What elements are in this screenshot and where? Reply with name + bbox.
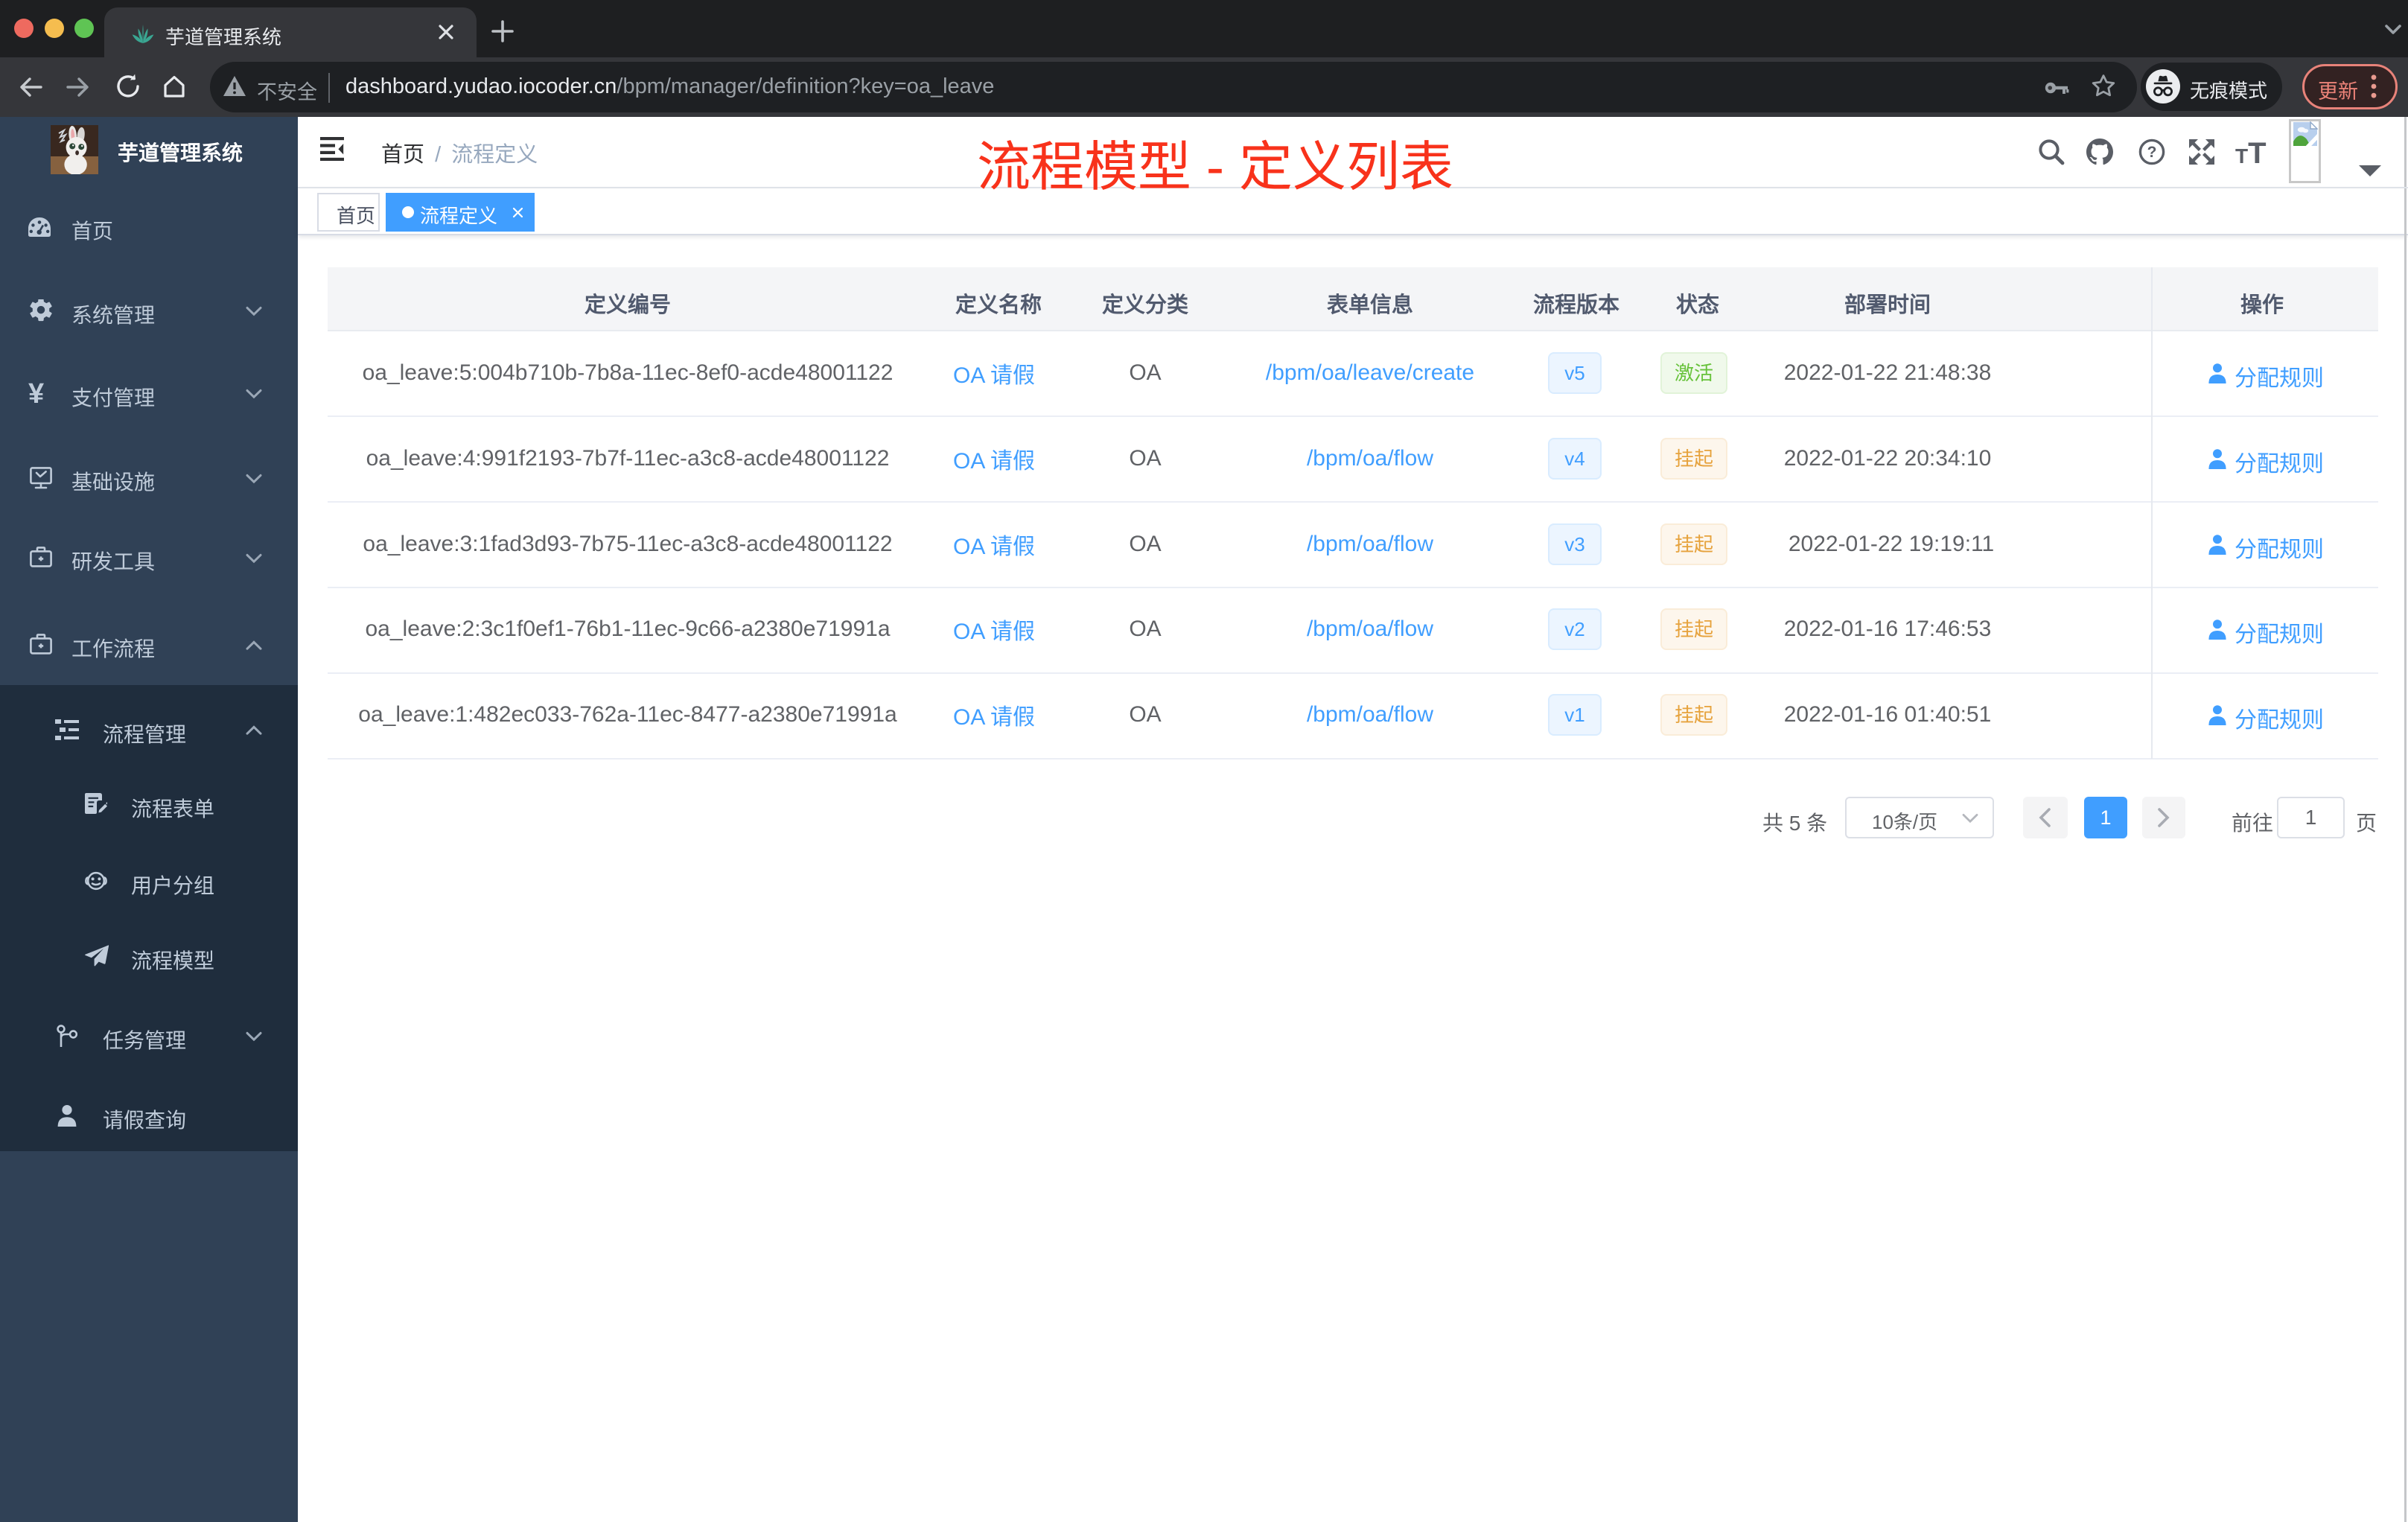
- svg-text:?: ?: [2147, 144, 2157, 161]
